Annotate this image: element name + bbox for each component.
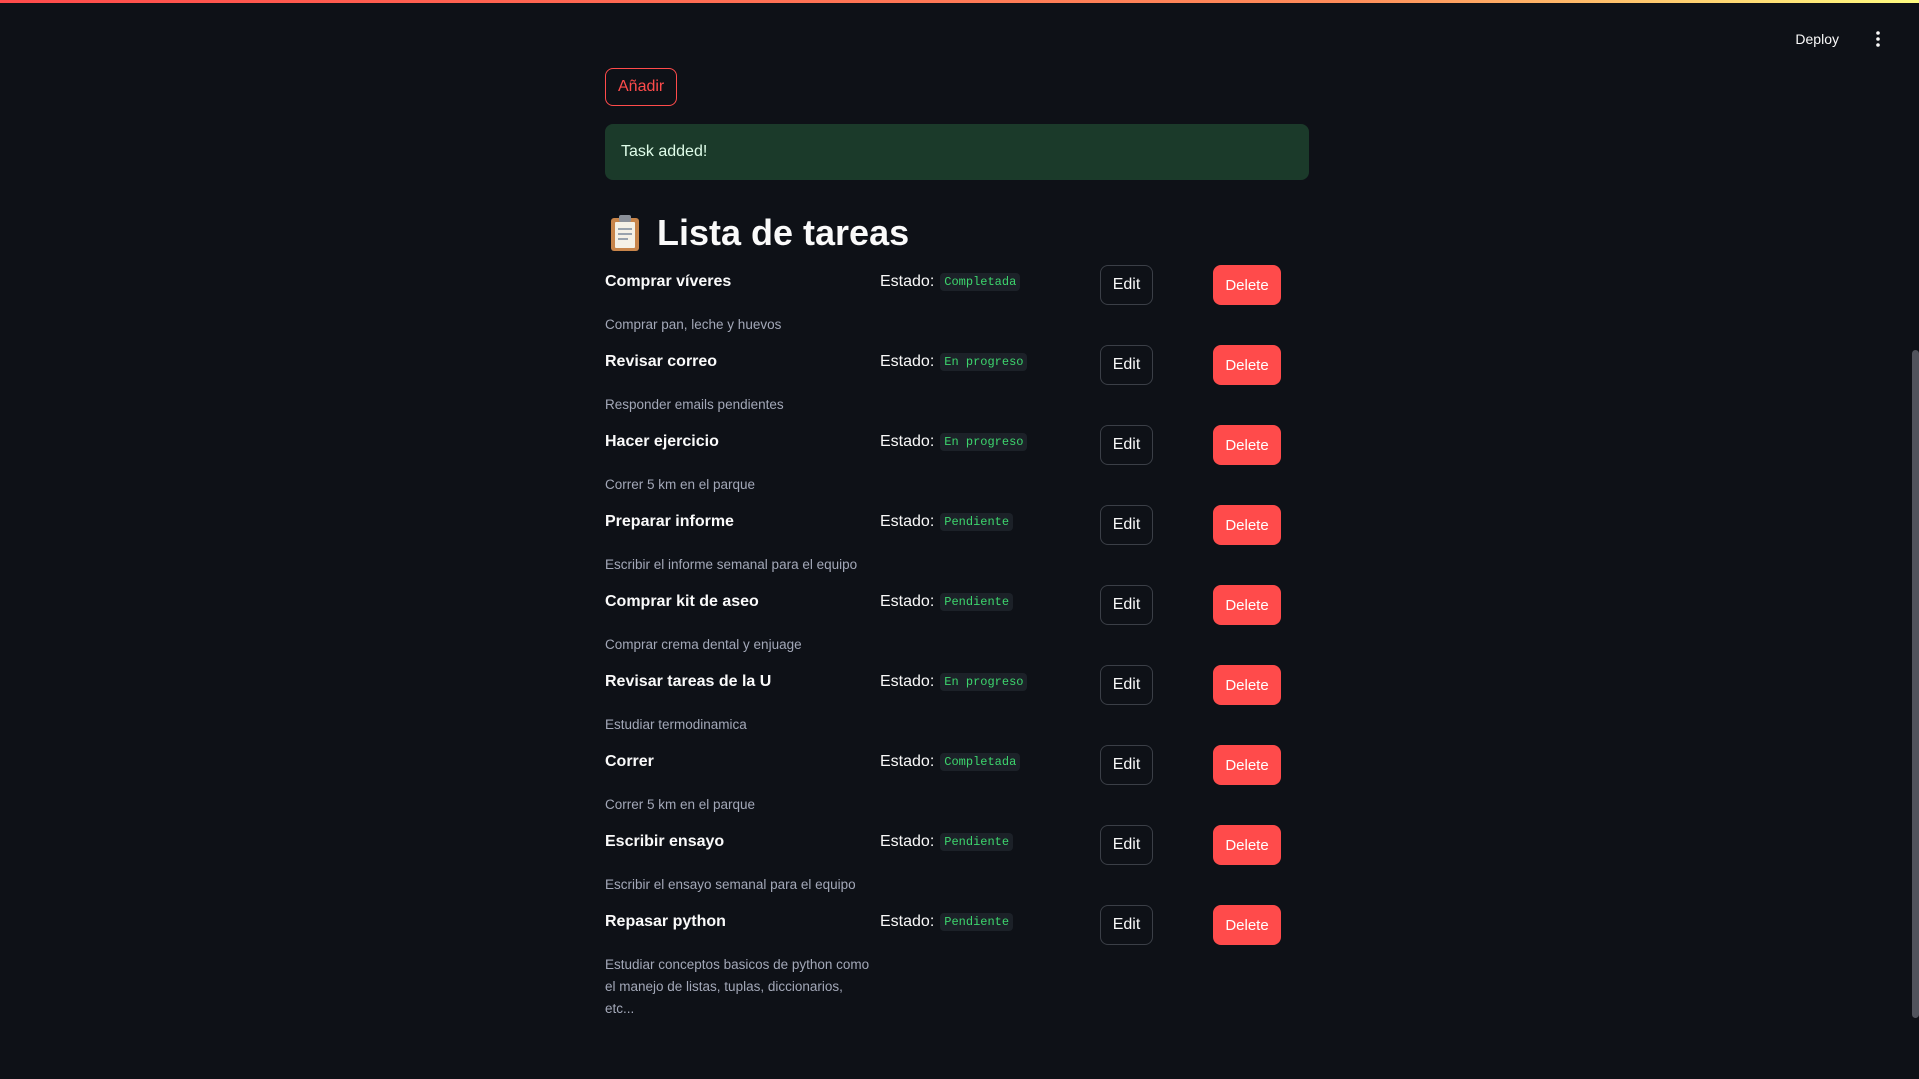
- edit-button[interactable]: Edit: [1100, 265, 1153, 305]
- status-label: Estado:: [880, 753, 935, 770]
- task-status: Estado: En progreso: [880, 672, 1028, 692]
- task-row: Comprar víveres Comprar pan, leche y hue…: [605, 265, 1309, 352]
- delete-button[interactable]: Delete: [1213, 905, 1281, 945]
- status-label: Estado:: [880, 353, 935, 370]
- status-label: Estado:: [880, 833, 935, 850]
- status-label: Estado:: [880, 673, 935, 690]
- status-label: Estado:: [880, 593, 935, 610]
- edit-button[interactable]: Edit: [1100, 585, 1153, 625]
- task-status: Estado: En progreso: [880, 352, 1028, 372]
- success-alert: Task added!: [605, 124, 1309, 180]
- deploy-button[interactable]: Deploy: [1785, 22, 1849, 56]
- status-label: Estado:: [880, 513, 935, 530]
- task-title: Comprar kit de aseo: [605, 593, 759, 610]
- delete-button[interactable]: Delete: [1213, 825, 1281, 865]
- task-status: Estado: Pendiente: [880, 592, 1014, 612]
- task-title: Comprar víveres: [605, 273, 732, 290]
- edit-button[interactable]: Edit: [1100, 665, 1153, 705]
- task-row: Correr Correr 5 km en el parque Estado: …: [605, 745, 1309, 832]
- status-badge: Pendiente: [940, 913, 1014, 931]
- page-title: Lista de tareas: [605, 206, 909, 260]
- status-badge: Pendiente: [940, 593, 1014, 611]
- edit-button[interactable]: Edit: [1100, 345, 1153, 385]
- vertical-ellipsis-icon: [1876, 31, 1880, 47]
- task-status: Estado: Pendiente: [880, 832, 1014, 852]
- task-description: Comprar pan, leche y huevos: [605, 317, 782, 332]
- clipboard-icon: [611, 215, 639, 251]
- delete-button[interactable]: Delete: [1213, 345, 1281, 385]
- task-title: Hacer ejercicio: [605, 433, 719, 450]
- task-description: Correr 5 km en el parque: [605, 477, 756, 492]
- status-badge: En progreso: [940, 353, 1028, 371]
- task-row: Preparar informe Escribir el informe sem…: [605, 505, 1309, 592]
- task-status: Estado: Pendiente: [880, 912, 1014, 932]
- task-row: Escribir ensayo Escribir el ensayo seman…: [605, 825, 1309, 912]
- task-description: Estudiar termodinamica: [605, 717, 747, 732]
- task-description: Estudiar conceptos basicos de python com…: [605, 957, 870, 1016]
- task-title: Correr: [605, 753, 654, 770]
- page-title-text: Lista de tareas: [657, 212, 910, 253]
- edit-button[interactable]: Edit: [1100, 505, 1153, 545]
- status-badge: Completada: [940, 753, 1021, 771]
- status-badge: Completada: [940, 273, 1021, 291]
- app-header: Deploy: [0, 3, 1919, 69]
- task-title: Repasar python: [605, 913, 726, 930]
- add-button[interactable]: Añadir: [605, 68, 678, 106]
- status-badge: Pendiente: [940, 513, 1014, 531]
- task-status: Estado: En progreso: [880, 432, 1028, 452]
- status-badge: En progreso: [940, 433, 1028, 451]
- status-label: Estado:: [880, 273, 935, 290]
- task-description: Escribir el ensayo semanal para el equip…: [605, 877, 856, 892]
- task-row: Revisar correo Responder emails pendient…: [605, 345, 1309, 432]
- task-status: Estado: Completada: [880, 272, 1021, 292]
- edit-button[interactable]: Edit: [1100, 825, 1153, 865]
- delete-button[interactable]: Delete: [1213, 505, 1281, 545]
- scrollbar-thumb[interactable]: [1912, 350, 1919, 1018]
- task-description: Escribir el informe semanal para el equi…: [605, 557, 858, 572]
- delete-button[interactable]: Delete: [1213, 425, 1281, 465]
- task-description: Responder emails pendientes: [605, 397, 784, 412]
- delete-button[interactable]: Delete: [1213, 665, 1281, 705]
- status-badge: En progreso: [940, 673, 1028, 691]
- task-title: Preparar informe: [605, 513, 734, 530]
- delete-button[interactable]: Delete: [1213, 745, 1281, 785]
- task-description: Comprar crema dental y enjuage: [605, 637, 802, 652]
- edit-button[interactable]: Edit: [1100, 745, 1153, 785]
- task-row: Comprar kit de aseo Comprar crema dental…: [605, 585, 1309, 672]
- task-status: Estado: Pendiente: [880, 512, 1014, 532]
- task-status: Estado: Completada: [880, 752, 1021, 772]
- main-menu-button[interactable]: [1867, 24, 1889, 54]
- status-label: Estado:: [880, 913, 935, 930]
- status-label: Estado:: [880, 433, 935, 450]
- edit-button[interactable]: Edit: [1100, 425, 1153, 465]
- task-row: Repasar python Estudiar conceptos basico…: [605, 905, 1309, 1022]
- delete-button[interactable]: Delete: [1213, 265, 1281, 305]
- edit-button[interactable]: Edit: [1100, 905, 1153, 945]
- scrollbar[interactable]: [1912, 0, 1919, 1079]
- task-description: Correr 5 km en el parque: [605, 797, 756, 812]
- task-row: Hacer ejercicio Correr 5 km en el parque…: [605, 425, 1309, 512]
- task-title: Revisar correo: [605, 353, 718, 370]
- task-row: Revisar tareas de la U Estudiar termodin…: [605, 665, 1309, 752]
- task-title: Escribir ensayo: [605, 833, 725, 850]
- alert-message: Task added!: [621, 143, 708, 160]
- delete-button[interactable]: Delete: [1213, 585, 1281, 625]
- status-badge: Pendiente: [940, 833, 1014, 851]
- task-title: Revisar tareas de la U: [605, 673, 772, 690]
